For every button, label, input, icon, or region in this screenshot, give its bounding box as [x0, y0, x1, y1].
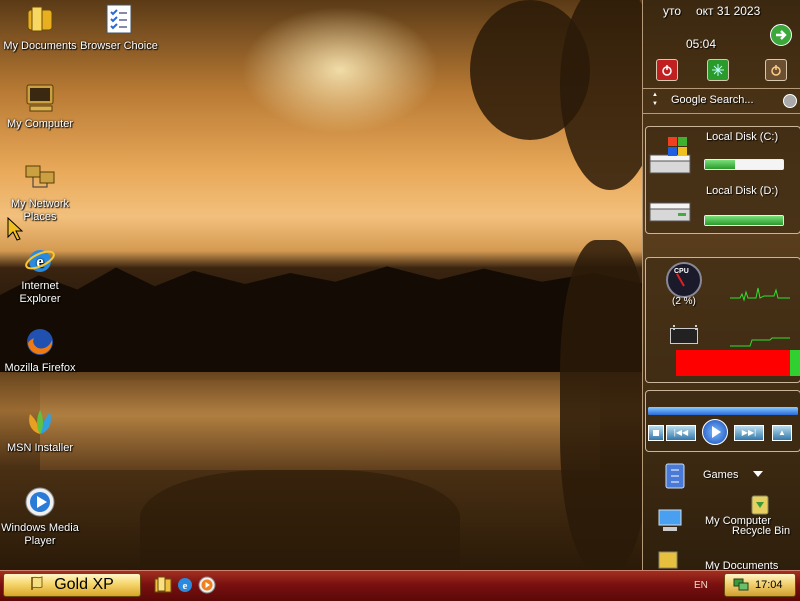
- disk-d-usage-bar: [704, 215, 784, 226]
- search-input[interactable]: Google Search...: [671, 94, 754, 106]
- desktop-icon-label: Mozilla Firefox: [4, 362, 76, 374]
- quicklaunch-folder-icon[interactable]: [154, 576, 172, 594]
- quicklaunch-internet-explorer-icon[interactable]: e: [176, 576, 194, 594]
- system-monitor-panel: CPU (2 %): [645, 257, 800, 383]
- launcher-games[interactable]: Games: [703, 469, 738, 481]
- cpu-gauge-needle: [676, 273, 685, 287]
- checklist-icon: [103, 4, 135, 36]
- hard-drive-icon: [648, 195, 696, 232]
- sidebar-clock-panel: уто окт 31 2023 05:04: [643, 0, 800, 88]
- clock-day: уто: [663, 4, 682, 18]
- desktop-icon-label: MSN Installer: [6, 442, 74, 454]
- internet-explorer-icon: e: [24, 244, 56, 276]
- desktop-icon-label: Internet Explorer: [19, 280, 61, 305]
- search-panel[interactable]: ▲ ▼ Google Search...: [643, 88, 800, 114]
- restart-button[interactable]: [707, 59, 729, 81]
- wallpaper-treeline: [0, 266, 645, 372]
- media-player-panel: |◀◀ ▶▶| ▲: [645, 390, 800, 452]
- shutdown-button[interactable]: [656, 59, 678, 81]
- hard-drive-icon: [648, 135, 696, 182]
- launcher-panel: Games My Computer Recycle Bin My Documen…: [643, 456, 800, 572]
- arrow-right-icon[interactable]: [770, 24, 792, 46]
- memory-usage-bar: [676, 350, 800, 376]
- tray-network-icon[interactable]: [733, 577, 749, 594]
- desktop-icon-mozilla-firefox[interactable]: Mozilla Firefox: [0, 326, 80, 375]
- language-indicator[interactable]: EN: [694, 580, 708, 591]
- disk-panel: Local Disk (C:) Local Disk (D:): [645, 126, 800, 234]
- desktop-icon-my-documents[interactable]: My Documents: [0, 4, 80, 53]
- svg-text:e: e: [183, 580, 188, 592]
- desktop-icon-label: My Documents: [3, 40, 77, 52]
- standby-button[interactable]: [765, 59, 787, 81]
- media-play-button[interactable]: [702, 419, 728, 445]
- computer-icon: [24, 82, 56, 114]
- search-go-icon[interactable]: [783, 94, 797, 108]
- start-flag-icon: [30, 575, 48, 596]
- clock-time: 05:04: [686, 37, 717, 51]
- media-eject-button[interactable]: ▲: [772, 425, 792, 441]
- folder-icon: [24, 4, 56, 36]
- start-button[interactable]: Gold XP: [3, 573, 141, 597]
- taskbar: Gold XP e EN 17:04: [0, 570, 800, 601]
- games-icon: [663, 462, 687, 493]
- wallpaper-lake: [40, 380, 600, 470]
- desktop-icon-msn-installer[interactable]: MSN Installer: [0, 406, 80, 455]
- media-next-button[interactable]: ▶▶|: [734, 425, 764, 441]
- games-expand-icon[interactable]: [753, 471, 763, 477]
- my-computer-small-icon: [657, 508, 685, 535]
- firefox-icon: [24, 326, 56, 358]
- desktop-icon-internet-explorer[interactable]: e Internet Explorer: [0, 244, 80, 306]
- search-scroll-arrows[interactable]: ▲ ▼: [652, 91, 658, 109]
- desktop-icon-my-network-places[interactable]: My Network Places: [0, 162, 80, 224]
- media-previous-button[interactable]: |◀◀: [666, 425, 696, 441]
- tray-clock[interactable]: 17:04: [755, 579, 783, 591]
- memory-usage-fill: [676, 350, 791, 376]
- media-stop-button[interactable]: [648, 425, 664, 441]
- desktop-icon-browser-choice[interactable]: Browser Choice: [79, 4, 159, 53]
- disk-d-usage-fill: [705, 216, 783, 225]
- clock-date: окт 31 2023: [696, 4, 761, 18]
- sidebar: уто окт 31 2023 05:04 ▲ ▼ Google Search..…: [642, 0, 800, 572]
- disk-c-label[interactable]: Local Disk (C:): [706, 131, 778, 143]
- cpu-usage-graph: [730, 287, 790, 302]
- media-seek-bar[interactable]: [648, 407, 798, 415]
- system-tray: 17:04: [724, 573, 796, 597]
- network-icon: [24, 162, 56, 194]
- quicklaunch-media-player-icon[interactable]: [198, 576, 216, 594]
- media-seek-fill: [648, 407, 798, 415]
- desktop-icon-windows-media-player[interactable]: Windows Media Player: [0, 486, 80, 548]
- mouse-cursor-icon: [7, 216, 24, 244]
- start-button-label: Gold XP: [54, 576, 114, 593]
- cpu-percent-text: (2 %): [672, 296, 696, 307]
- disk-c-usage-bar: [704, 159, 784, 170]
- cpu-gauge-icon: CPU: [666, 262, 702, 298]
- desktop-icon-label: My Computer: [6, 118, 74, 130]
- msn-butterfly-icon: [24, 406, 56, 438]
- launcher-recycle-bin[interactable]: Recycle Bin: [732, 525, 790, 537]
- memory-chip-icon: [670, 325, 698, 344]
- desktop-icon-label: Windows Media Player: [1, 522, 79, 547]
- disk-c-usage-fill: [705, 160, 735, 169]
- recycle-bin-icon: [749, 492, 771, 519]
- media-player-icon: [24, 486, 56, 518]
- disk-d-label[interactable]: Local Disk (D:): [706, 185, 778, 197]
- desktop-icon-label: Browser Choice: [80, 40, 158, 52]
- desktop-icon-my-computer[interactable]: My Computer: [0, 82, 80, 131]
- wallpaper-foliage: [560, 240, 650, 570]
- memory-usage-graph: [730, 337, 790, 347]
